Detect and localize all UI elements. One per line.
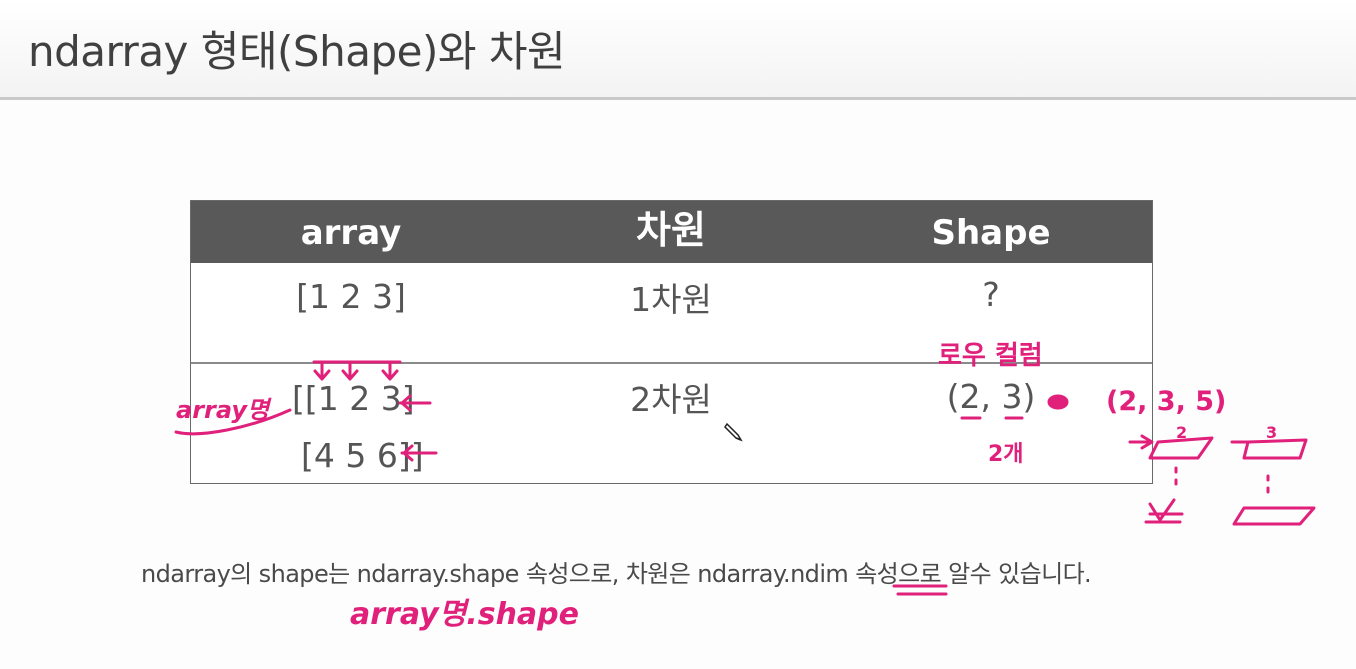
table-header: array 차원 Shape [191,201,1152,263]
row2-array-line2: [4 5 6]] [301,436,424,475]
pen-cursor-icon [724,422,743,442]
row1-dimension: 1차원 [630,280,712,319]
row1-array: [1 2 3] [296,277,406,316]
dimension-table: array 차원 Shape [1 2 3] 1차원 ? [[1 2 3] [4… [190,200,1153,484]
shape-3d-num-3: 3 [1266,423,1277,442]
shape-note: array명.shape [350,597,579,632]
plane-sketch [1128,434,1316,526]
header-dimension: 차원 [636,208,706,252]
slide-title: ndarray 형태(Shape)와 차원 [28,27,566,76]
shape-3d-num-2: 2 [1176,423,1187,442]
row1-shape: ? [982,275,1000,314]
header-array: array [300,213,402,253]
row2-dimension: 2차원 [630,380,712,419]
row2-array-line1: [[1 2 3] [292,379,415,418]
header-shape: Shape [931,213,1051,253]
title-bar: ndarray 형태(Shape)와 차원 [0,0,1356,98]
caption-text: ndarray의 shape는 ndarray.shape 속성으로, 차원은 … [141,560,1092,588]
title-divider [0,97,1356,100]
row2-shape: (2, 3) [946,377,1036,416]
row-divider [191,362,1152,364]
